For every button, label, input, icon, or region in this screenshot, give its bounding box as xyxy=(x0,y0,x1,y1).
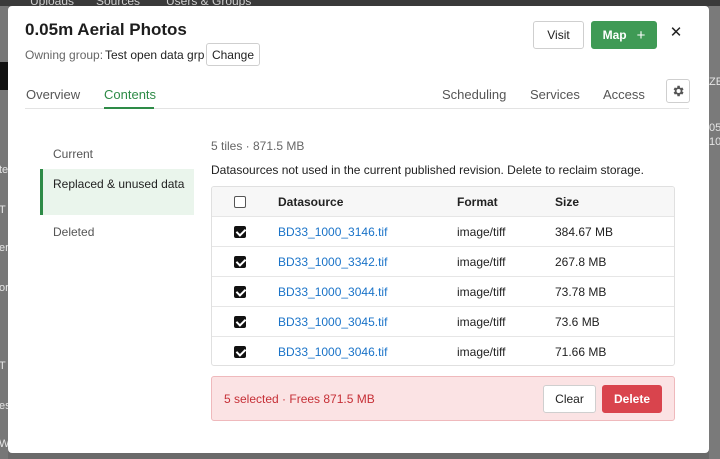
background-fragment: 05 xyxy=(709,122,720,134)
map-button[interactable]: Map + xyxy=(591,21,657,49)
table-row: BD33_1000_3045.tif image/tiff 73.6 MB xyxy=(212,307,674,337)
datasource-size: 71.66 MB xyxy=(555,345,607,359)
tab-scheduling[interactable]: Scheduling xyxy=(442,87,506,102)
datasource-size: 73.78 MB xyxy=(555,285,607,299)
tab-contents[interactable]: Contents xyxy=(104,87,156,102)
section-description: Datasources not used in the current publ… xyxy=(211,163,644,177)
clear-button[interactable]: Clear xyxy=(543,385,596,413)
background-fragment: T xyxy=(0,204,6,216)
background-right-column: ZE 05 10 xyxy=(709,6,720,459)
settings-button[interactable] xyxy=(666,79,690,103)
sidenav-replaced-unused[interactable]: Replaced & unused data xyxy=(40,169,194,215)
active-tab-indicator xyxy=(104,107,154,109)
row-checkbox[interactable] xyxy=(234,226,246,238)
background-fragment: 10 xyxy=(709,136,720,148)
column-header-format: Format xyxy=(457,195,498,209)
owning-group-label: Owning group: xyxy=(25,48,104,62)
sidenav-deleted[interactable]: Deleted xyxy=(40,225,194,240)
selection-summary: 5 selected · Frees 871.5 MB xyxy=(224,392,375,406)
background-fragment: te xyxy=(0,164,9,176)
datasource-table: Datasource Format Size BD33_1000_3146.ti… xyxy=(211,186,675,366)
table-row: BD33_1000_3044.tif image/tiff 73.78 MB xyxy=(212,277,674,307)
datasource-link[interactable]: BD33_1000_3046.tif xyxy=(278,345,387,359)
datasource-format: image/tiff xyxy=(457,225,506,239)
datasource-format: image/tiff xyxy=(457,255,506,269)
datasource-format: image/tiff xyxy=(457,345,506,359)
gear-icon xyxy=(673,85,684,97)
datasource-link[interactable]: BD33_1000_3146.tif xyxy=(278,225,387,239)
table-header-row: Datasource Format Size xyxy=(212,187,674,217)
table-row: BD33_1000_3146.tif image/tiff 384.67 MB xyxy=(212,217,674,247)
visit-button[interactable]: Visit xyxy=(533,21,584,49)
selection-bar: 5 selected · Frees 871.5 MB Clear Delete xyxy=(211,376,675,421)
background-fragment: T xyxy=(0,360,6,372)
change-group-button[interactable]: Change xyxy=(206,43,260,66)
tab-access[interactable]: Access xyxy=(603,87,645,102)
row-checkbox[interactable] xyxy=(234,286,246,298)
tiles-summary: 5 tiles · 871.5 MB xyxy=(211,139,305,153)
owning-group-value: Test open data grp xyxy=(105,48,205,62)
layer-dialog: 0.05m Aerial Photos Owning group: Test o… xyxy=(8,6,709,453)
plus-icon: + xyxy=(636,26,646,44)
datasource-link[interactable]: BD33_1000_3044.tif xyxy=(278,285,387,299)
datasource-link[interactable]: BD33_1000_3045.tif xyxy=(278,315,387,329)
map-button-label: Map xyxy=(602,28,627,42)
tab-overview[interactable]: Overview xyxy=(26,87,80,102)
datasource-size: 73.6 MB xyxy=(555,315,600,329)
column-header-datasource: Datasource xyxy=(278,195,344,209)
row-checkbox[interactable] xyxy=(234,316,246,328)
table-row: BD33_1000_3342.tif image/tiff 267.8 MB xyxy=(212,247,674,277)
datasource-size: 267.8 MB xyxy=(555,255,607,269)
datasource-link[interactable]: BD33_1000_3342.tif xyxy=(278,255,387,269)
column-header-size: Size xyxy=(555,195,580,209)
tab-services[interactable]: Services xyxy=(530,87,580,102)
datasource-format: image/tiff xyxy=(457,285,506,299)
background-dark-block xyxy=(0,62,8,90)
row-checkbox[interactable] xyxy=(234,346,246,358)
sidenav-current[interactable]: Current xyxy=(40,147,194,162)
select-all-checkbox[interactable] xyxy=(234,196,246,208)
dialog-title: 0.05m Aerial Photos xyxy=(25,20,187,39)
delete-button[interactable]: Delete xyxy=(602,385,662,413)
datasource-format: image/tiff xyxy=(457,315,506,329)
datasource-size: 384.67 MB xyxy=(555,225,614,239)
table-row: BD33_1000_3046.tif image/tiff 71.66 MB xyxy=(212,337,674,365)
row-checkbox[interactable] xyxy=(234,256,246,268)
background-fragment: ZE xyxy=(709,76,720,88)
close-icon[interactable]: ✕ xyxy=(668,25,684,41)
